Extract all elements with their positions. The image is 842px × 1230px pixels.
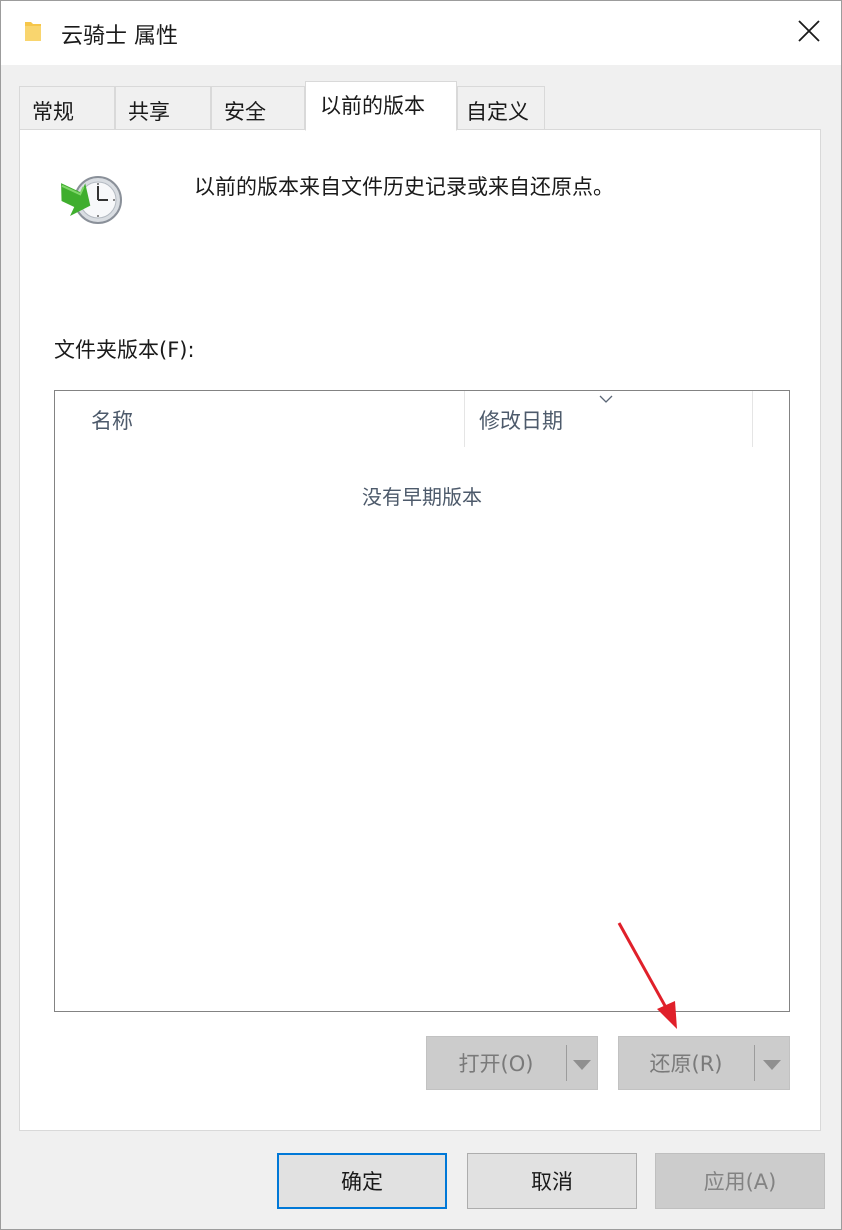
tab-general-label: 常规 (32, 100, 74, 124)
restore-clock-icon (52, 170, 122, 230)
open-split-button[interactable]: 打开(O) (426, 1036, 598, 1090)
dropdown-arrow-icon (763, 1051, 781, 1075)
folder-icon (23, 19, 43, 43)
tab-security[interactable]: 安全 (211, 86, 305, 130)
empty-list-message: 没有早期版本 (362, 485, 482, 509)
sort-down-icon (599, 389, 613, 408)
versions-list[interactable]: 名称 修改日期 没有早期版本 (54, 390, 790, 1012)
column-header-name[interactable]: 名称 (55, 391, 465, 447)
restore-dropdown[interactable] (755, 1037, 789, 1089)
open-dropdown[interactable] (567, 1037, 597, 1089)
restore-split-button[interactable]: 还原(R) (618, 1036, 790, 1090)
restore-button[interactable]: 还原(R) (619, 1037, 753, 1089)
tab-strip: 常规 共享 安全 以前的版本 自定义 (19, 81, 829, 131)
window-title: 云骑士 属性 (61, 24, 178, 49)
title-bar[interactable]: 云骑士 属性 (1, 1, 841, 65)
close-icon (798, 20, 820, 46)
close-button[interactable] (777, 1, 841, 65)
tab-general[interactable]: 常规 (19, 86, 115, 130)
tab-sharing[interactable]: 共享 (115, 86, 211, 130)
open-button[interactable]: 打开(O) (427, 1037, 565, 1089)
apply-button[interactable]: 应用(A) (655, 1153, 825, 1209)
cancel-button[interactable]: 取消 (467, 1153, 637, 1209)
tab-previous-versions-label: 以前的版本 (320, 94, 425, 118)
tab-previous-versions[interactable]: 以前的版本 (305, 81, 457, 131)
ok-button[interactable]: 确定 (277, 1153, 447, 1209)
description-text: 以前的版本来自文件历史记录或来自还原点。 (194, 175, 614, 199)
tab-security-label: 安全 (224, 100, 266, 124)
tab-sharing-label: 共享 (128, 100, 170, 124)
properties-dialog: 云骑士 属性 常规 共享 安全 以前的版本 自定义 以前的版本来自文件历史记录或… (0, 0, 842, 1230)
folder-versions-label: 文件夹版本(F): (54, 338, 195, 362)
dropdown-arrow-icon (573, 1051, 591, 1075)
tab-customize-label: 自定义 (466, 100, 529, 124)
tab-customize[interactable]: 自定义 (457, 86, 545, 130)
previous-versions-panel: 以前的版本来自文件历史记录或来自还原点。 文件夹版本(F): 名称 修改日期 没… (19, 129, 821, 1131)
